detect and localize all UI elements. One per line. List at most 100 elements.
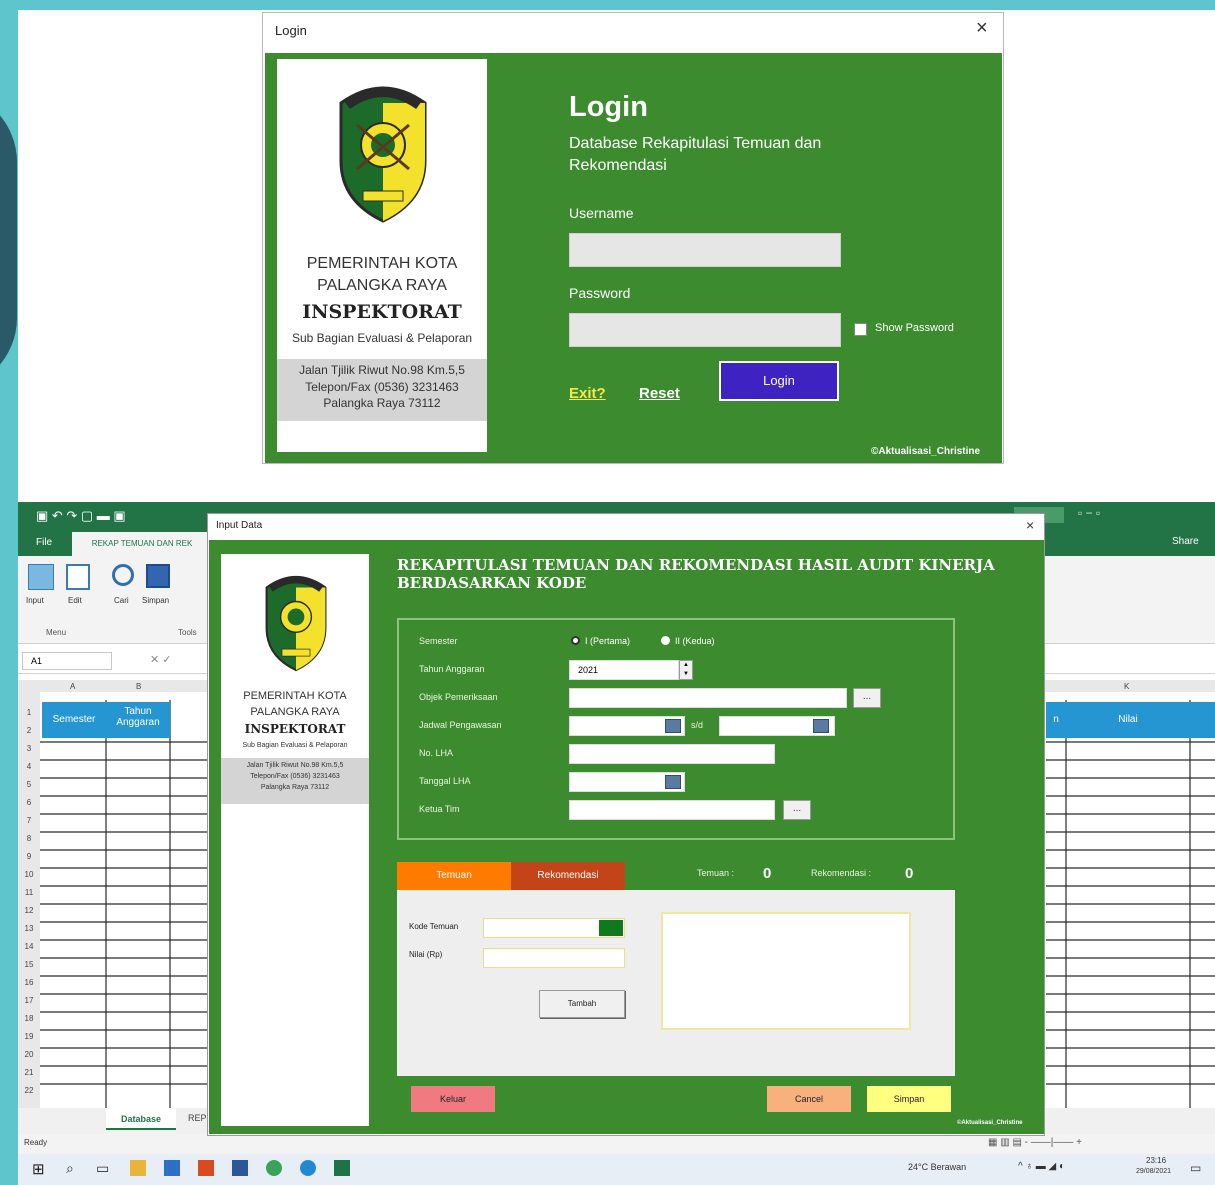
simpan-button[interactable]: Simpan (867, 1086, 951, 1112)
chrome-icon[interactable] (266, 1160, 282, 1176)
keluar-button[interactable]: Keluar (411, 1086, 495, 1112)
exit-link[interactable]: Exit? (569, 385, 606, 402)
weather-text[interactable]: 24°C Berawan (908, 1162, 966, 1172)
lha-label: No. LHA (419, 748, 454, 758)
rekom-count: 0 (905, 865, 914, 882)
semester-radio-2[interactable] (661, 636, 670, 645)
share-button[interactable]: Share (1172, 536, 1199, 547)
tambah-button[interactable]: Tambah (539, 990, 625, 1018)
search-taskbar-icon[interactable]: ⌕ (66, 1160, 74, 1177)
address-line1: Jalan Tjilik Riwut No.98 Km.5,5 (246, 762, 344, 769)
edit-icon[interactable] (66, 564, 90, 590)
tab-file[interactable]: File (36, 537, 52, 548)
lha-input[interactable] (569, 744, 775, 764)
row-numbers: 123 456 789 10 11 12 13 14 15 16 17 18 19 20 21 … (24, 708, 34, 1095)
tanggal-label: Tanggal LHA (419, 776, 471, 786)
tray-icons[interactable]: ^ ♁ ▬ ◢ ◐ (1018, 1161, 1065, 1172)
cancel-button[interactable]: Cancel (767, 1086, 851, 1112)
word-icon[interactable] (232, 1160, 248, 1176)
close-icon[interactable]: × (1026, 517, 1034, 533)
tahun-input[interactable]: 2021 (569, 660, 679, 680)
excel-icon[interactable] (334, 1160, 350, 1176)
calendar-icon[interactable] (665, 719, 681, 733)
ketua-label: Ketua Tim (419, 804, 460, 814)
temuan-count: 0 (763, 865, 772, 882)
taskview-icon[interactable]: ▭ (96, 1160, 109, 1177)
org-line1: PEMERINTAH KOTA (306, 255, 458, 272)
nilai-label: Nilai (Rp) (409, 950, 443, 959)
ribbon-edit-label: Edit (68, 596, 82, 605)
show-password-checkbox[interactable] (854, 323, 867, 336)
search-icon[interactable] (112, 564, 134, 586)
org-side-panel: PEMERINTAH KOTA PALANGKA RAYA INSPEKTORA… (277, 59, 487, 452)
address-box: Jalan Tjilik Riwut No.98 Km.5,5 Telepon/… (277, 359, 487, 421)
kode-color-swatch (599, 920, 623, 936)
org-line2: PALANGKA RAYA (250, 706, 340, 718)
sheet-tab-database[interactable]: Database (106, 1108, 176, 1130)
formula-cancel-icon[interactable]: ✕ ✓ (150, 653, 172, 666)
save-icon[interactable] (146, 564, 170, 588)
username-input[interactable] (569, 233, 841, 267)
clock-time[interactable]: 23:16 (1146, 1156, 1166, 1165)
header-partial[interactable]: n (1046, 702, 1066, 738)
file-explorer-icon[interactable] (130, 1160, 146, 1176)
login-heading: Login (569, 91, 648, 123)
tahun-spinner-icon[interactable]: ▲ ▼ (679, 660, 693, 680)
objek-input[interactable] (569, 688, 847, 708)
input-icon[interactable] (28, 564, 54, 590)
status-bar: Ready ▦ ▥ ▤ - ——|—— + (18, 1134, 1215, 1154)
edge-icon[interactable] (300, 1160, 316, 1176)
crest-logo-icon (265, 576, 327, 672)
semester-opt1-label: I (Pertama) (585, 636, 631, 646)
form-heading: REKAPITULASI TEMUAN DAN REKOMENDASI HASI… (397, 556, 995, 592)
temuan-list-box[interactable] (661, 912, 911, 1030)
nilai-input[interactable] (483, 948, 625, 968)
jadwal-label: Jadwal Pengawasan (419, 720, 502, 730)
sheet-tab-rep[interactable]: REP (188, 1113, 207, 1123)
login-button[interactable]: Login (719, 361, 839, 401)
show-password-label: Show Password (875, 322, 954, 334)
ketua-input[interactable] (569, 800, 775, 820)
address-line1: Jalan Tjilik Riwut No.98 Km.5,5 (299, 363, 465, 377)
org-line3: INSPEKTORAT (302, 301, 462, 323)
close-icon[interactable]: × (976, 17, 988, 40)
col-b-letter[interactable]: B (136, 682, 141, 691)
window-controls-icon[interactable]: ▫ − ▫ (1078, 506, 1100, 520)
objek-browse-button[interactable]: ... (853, 688, 881, 708)
notification-icon[interactable]: ▭ (1190, 1161, 1201, 1175)
ribbon-simpan-label: Simpan (142, 596, 170, 605)
col-k-letter[interactable]: K (1124, 682, 1129, 691)
login-window: Login × PEMERINTAH KOTA PALANGKA RAYA IN… (262, 12, 1004, 464)
header-tahun[interactable]: Tahun Anggaran (106, 702, 170, 738)
address-box: Jalan Tjilik Riwut No.98 Km.5,5 Telepon/… (221, 758, 369, 804)
powerpoint-icon[interactable] (198, 1160, 214, 1176)
ketua-browse-button[interactable]: ... (783, 800, 811, 820)
crest-logo-icon (339, 86, 427, 223)
name-box[interactable]: A1 (22, 652, 112, 670)
form-credit: ©Aktualisasi_Christine (957, 1120, 1023, 1126)
group-menu-label: Menu (46, 628, 67, 637)
calendar-icon[interactable] (665, 775, 681, 789)
clock-date[interactable]: 29/08/2021 (1136, 1168, 1171, 1175)
reset-link[interactable]: Reset (639, 385, 680, 402)
tab-rekomendasi[interactable]: Rekomendasi (511, 862, 625, 890)
temuan-count-label: Temuan : (697, 868, 735, 878)
windows-start-icon[interactable]: ⊞ (32, 1160, 45, 1178)
col-a-letter[interactable]: A (70, 682, 75, 691)
semester-radio-1[interactable] (571, 636, 580, 645)
header-nilai[interactable]: Nilai (1066, 702, 1190, 738)
header-next[interactable] (1190, 702, 1215, 738)
password-label: Password (569, 285, 631, 301)
header-semester[interactable]: Semester (42, 702, 106, 738)
password-input[interactable] (569, 313, 841, 347)
tab-temuan[interactable]: Temuan (397, 862, 511, 890)
taskbar: ⊞ ⌕ ▭ 24°C Berawan ^ ♁ ▬ ◢ ◐ 23:16 29/08… (18, 1154, 1215, 1185)
tab-rekap[interactable]: REKAP TEMUAN DAN REK (72, 532, 212, 556)
calendar-icon[interactable] (813, 719, 829, 733)
org-side-panel-small: PEMERINTAH KOTA PALANGKA RAYA INSPEKTORA… (221, 554, 369, 1126)
login-credit: ©Aktualisasi_Christine (871, 446, 981, 457)
store-icon[interactable] (164, 1160, 180, 1176)
view-icons[interactable]: ▦ ▥ ▤ - ——|—— + (988, 1137, 1082, 1148)
status-ready: Ready (24, 1138, 48, 1147)
username-label: Username (569, 205, 634, 221)
